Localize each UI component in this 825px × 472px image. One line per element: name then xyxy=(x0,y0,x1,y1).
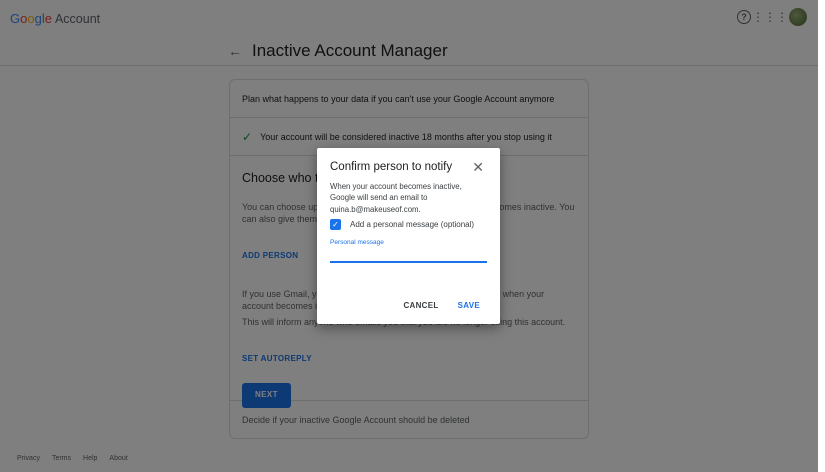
dialog-body: When your account becomes inactive, Goog… xyxy=(330,182,462,214)
personal-message-checkbox[interactable]: ✓ xyxy=(330,218,341,230)
personal-message-input[interactable] xyxy=(330,247,487,263)
scrollbar[interactable] xyxy=(818,0,825,472)
cancel-button[interactable]: CANCEL xyxy=(403,301,438,310)
checkbox-label: Add a personal message (optional) xyxy=(350,219,475,229)
personal-message-label: Personal message xyxy=(330,238,384,246)
confirm-dialog: Confirm person to notify ✕ When your acc… xyxy=(317,148,500,324)
save-button[interactable]: SAVE xyxy=(458,301,480,310)
close-icon[interactable]: ✕ xyxy=(472,159,484,176)
dialog-title: Confirm person to notify xyxy=(330,161,453,173)
